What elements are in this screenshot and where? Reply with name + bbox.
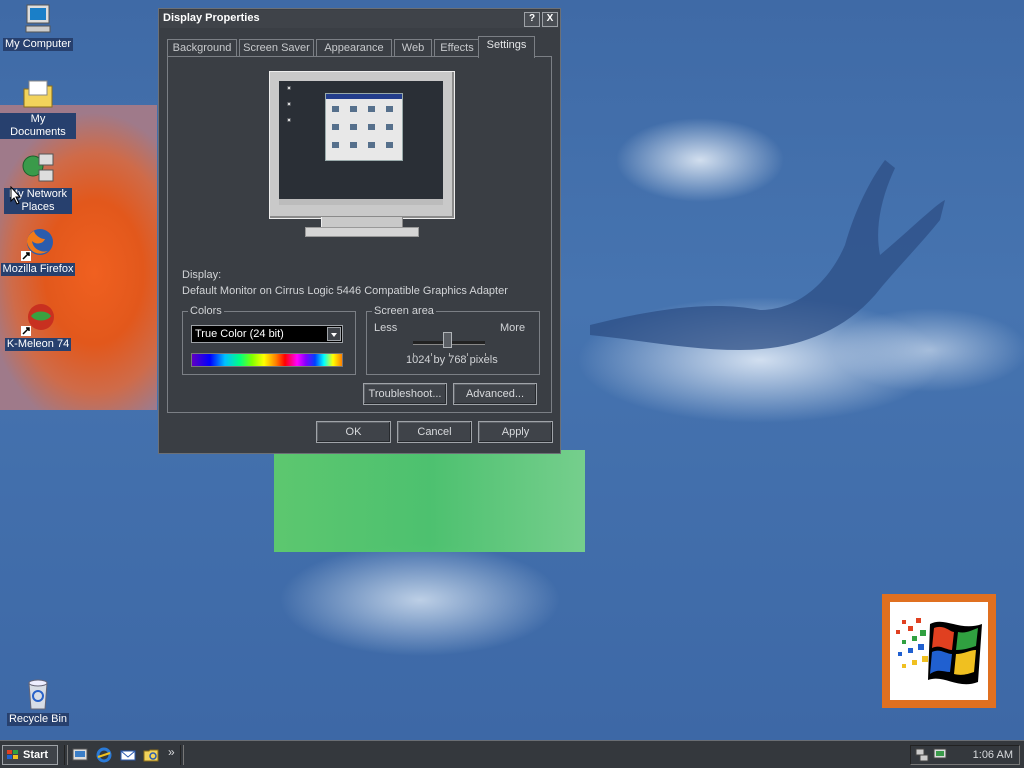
preview-taskbar [279, 199, 443, 205]
monitor-case: ▣ ▣ ▣ [269, 71, 455, 219]
chevron-down-icon[interactable] [327, 327, 341, 341]
screen-area-legend: Screen area [374, 305, 434, 317]
display-label: Display: [182, 269, 222, 281]
tab-background[interactable]: Background [167, 39, 237, 57]
internet-explorer-icon[interactable] [96, 747, 112, 763]
cancel-button[interactable]: Cancel [397, 421, 472, 443]
colors-dropdown[interactable]: True Color (24 bit) [191, 325, 343, 343]
monitor-preview: ▣ ▣ ▣ [269, 71, 455, 241]
tab-web[interactable]: Web [394, 39, 432, 57]
start-label: Start [23, 749, 49, 761]
colors-dropdown-value: True Color (24 bit) [195, 328, 284, 340]
network-tray-icon[interactable] [915, 748, 929, 762]
taskbar: Start » 1:06 AM [0, 740, 1024, 768]
desktop-icon-k-meleon[interactable]: K-Meleon 74 [0, 302, 76, 351]
desktop: My Computer My Documents My Network Plac… [0, 0, 1024, 740]
desktop-icon-firefox[interactable]: Mozilla Firefox [0, 227, 76, 276]
mouse-cursor-icon [10, 186, 22, 205]
desktop-icon-label: Mozilla Firefox [0, 263, 76, 276]
color-spectrum-preview [191, 353, 343, 367]
tab-appearance[interactable]: Appearance [316, 39, 392, 57]
outlook-express-icon[interactable] [120, 747, 136, 763]
screen-area-slider-thumb[interactable] [443, 332, 452, 348]
windows-logo [882, 594, 996, 708]
display-properties-dialog: Display Properties ? X Background Screen… [158, 8, 561, 454]
ok-button[interactable]: OK [316, 421, 391, 443]
dialog-title: Display Properties [163, 12, 260, 24]
preview-icon: ▣ [287, 85, 291, 90]
display-adapter-text: Default Monitor on Cirrus Logic 5446 Com… [182, 285, 508, 297]
preview-icon: ▣ [287, 117, 291, 122]
desktop-icon-recycle-bin[interactable]: Recycle Bin [0, 677, 76, 726]
colors-group: Colors True Color (24 bit) [182, 305, 356, 375]
slider-less-label: Less [374, 322, 398, 334]
desktop-icon-label: Recycle Bin [6, 713, 70, 726]
desktop-icon-label: My Documents [0, 113, 76, 139]
wallpaper-diver-shadow [590, 160, 945, 350]
preview-window [325, 93, 403, 161]
desktop-icon-my-documents[interactable]: My Documents [0, 77, 76, 139]
firefox-icon [21, 227, 55, 261]
settings-panel: ▣ ▣ ▣ Display: Default Monitor on Cirrus… [167, 56, 552, 413]
desktop-icon-my-computer[interactable]: My Computer [0, 2, 76, 51]
wallpaper-green-shape [274, 450, 585, 552]
clock[interactable]: 1:06 AM [973, 749, 1013, 761]
resolution-text: 1024 by 768 pixels [406, 354, 498, 366]
colors-legend: Colors [190, 305, 222, 317]
screen-area-group: Screen area Less More 1024 by 768 pixels [366, 305, 540, 375]
windows-flag-icon [7, 750, 18, 759]
help-button[interactable]: ? [524, 12, 540, 27]
system-tray: 1:06 AM [910, 745, 1020, 765]
tab-settings[interactable]: Settings [478, 36, 535, 58]
slider-more-label: More [500, 322, 526, 334]
windows-explorer-icon[interactable] [143, 747, 159, 763]
preview-icon: ▣ [287, 101, 291, 106]
tab-screen-saver[interactable]: Screen Saver [239, 39, 314, 57]
network-places-icon [21, 152, 55, 186]
my-documents-icon [21, 77, 55, 111]
apply-button[interactable]: Apply [478, 421, 553, 443]
advanced-button[interactable]: Advanced... [453, 383, 537, 405]
troubleshoot-button[interactable]: Troubleshoot... [363, 383, 447, 405]
monitor-screen-preview: ▣ ▣ ▣ [279, 81, 443, 205]
tab-effects[interactable]: Effects [434, 39, 480, 57]
display-tray-icon[interactable] [933, 748, 947, 762]
quicklaunch-chevron[interactable]: » [168, 745, 175, 759]
close-button[interactable]: X [542, 12, 558, 27]
title-bar[interactable]: Display Properties ? X [160, 10, 559, 28]
my-computer-icon [21, 2, 55, 36]
recycle-bin-icon [21, 677, 55, 711]
show-desktop-icon[interactable] [72, 747, 88, 763]
desktop-icon-label: K-Meleon 74 [4, 338, 72, 351]
desktop-icon-label: My Computer [2, 38, 74, 51]
k-meleon-icon [21, 302, 55, 336]
start-button[interactable]: Start [2, 745, 58, 765]
